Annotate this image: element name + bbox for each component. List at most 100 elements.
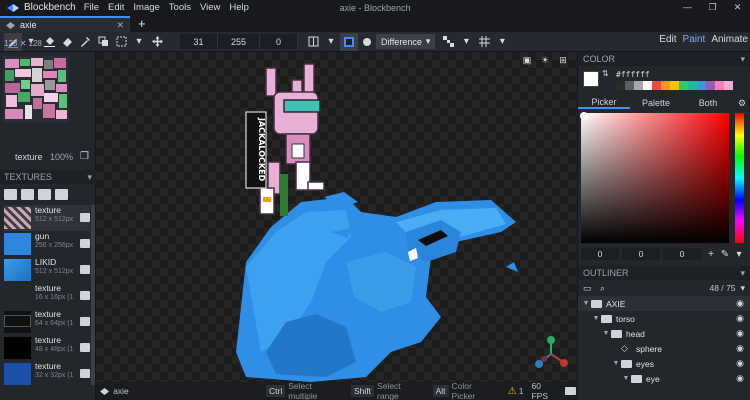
save-all-textures-icon[interactable] — [55, 189, 68, 200]
outliner-row[interactable]: ◇ sphere ◉ — [578, 341, 750, 356]
chevron-down-icon[interactable]: ▾ — [740, 54, 745, 65]
palette-swatch[interactable] — [697, 81, 706, 90]
green-input[interactable]: 0 — [622, 248, 660, 260]
chevron-down-icon[interactable]: ▾ — [87, 172, 92, 183]
chevron-down-icon[interactable]: ▾ — [457, 33, 475, 51]
import-texture-icon[interactable] — [4, 189, 17, 200]
texture-list-item[interactable]: texture 512 x 512px — [4, 205, 90, 231]
close-tab-icon[interactable]: ✕ — [116, 20, 124, 31]
textures-panel-header[interactable]: TEXTURES ▾ — [0, 170, 96, 184]
red-input[interactable]: 0 — [581, 248, 619, 260]
menu-edit[interactable]: Edit — [108, 2, 124, 13]
color-picker-tool-icon[interactable] — [76, 33, 94, 51]
chevron-down-icon[interactable]: ▾ — [740, 268, 745, 279]
uv-texture-preview[interactable] — [3, 56, 69, 122]
expand-toggle-icon[interactable]: ▼ — [591, 315, 601, 322]
copy-icon[interactable]: ❐ — [80, 151, 89, 162]
mode-paint-tab[interactable]: Paint — [683, 34, 706, 45]
outliner-row[interactable]: ▼ head ◉ — [578, 326, 750, 341]
round-brush-shape-icon[interactable] — [358, 33, 376, 51]
add-group-icon[interactable]: ▭ — [583, 283, 595, 294]
blend-mode-select[interactable]: Difference ▾ — [376, 34, 436, 49]
expand-toggle-icon[interactable]: ▼ — [601, 330, 611, 337]
close-window-button[interactable]: ✕ — [725, 0, 750, 15]
chevron-down-icon[interactable]: ▾ — [493, 33, 511, 51]
fill-bucket-tool-icon[interactable] — [40, 33, 58, 51]
eraser-tool-icon[interactable] — [58, 33, 76, 51]
visibility-eye-icon[interactable]: ◉ — [736, 343, 744, 354]
menu-help[interactable]: Help — [229, 2, 249, 13]
brush-softness-input[interactable]: 0 — [260, 34, 298, 49]
swap-colors-icon[interactable]: ⇅ — [602, 69, 609, 78]
color-hex-value[interactable]: #ffffff — [616, 70, 650, 79]
textures-scrollbar[interactable] — [91, 205, 95, 385]
outliner-row[interactable]: ▼ AXIE ◉ — [578, 296, 750, 311]
brush-size-input[interactable]: 31 — [180, 34, 218, 49]
texture-list-item[interactable]: LIKID 512 x 512px — [4, 257, 90, 283]
chevron-down-icon[interactable]: ▾ — [740, 283, 745, 294]
save-texture-icon[interactable] — [80, 317, 90, 326]
pixel-perfect-icon[interactable] — [439, 33, 457, 51]
menu-image[interactable]: Image — [133, 2, 159, 13]
tab-picker[interactable]: Picker — [578, 97, 630, 109]
chevron-down-icon[interactable]: ▾ — [322, 33, 340, 51]
palette-swatch[interactable] — [634, 81, 643, 90]
palette-swatch[interactable] — [724, 81, 733, 90]
expand-toggle-icon[interactable]: ▼ — [621, 375, 631, 382]
texture-list-item[interactable]: texture 48 x 48px (1 — [4, 335, 90, 361]
saturation-value-area[interactable] — [580, 112, 729, 243]
search-icon[interactable]: ⌕ — [600, 283, 612, 294]
palette-swatch[interactable] — [616, 81, 625, 90]
menu-file[interactable]: File — [84, 2, 99, 13]
texture-list-item[interactable]: texture 16 x 16px (1 — [4, 283, 90, 309]
visibility-eye-icon[interactable]: ◉ — [736, 313, 744, 324]
mirror-painting-icon[interactable] — [304, 33, 322, 51]
create-texture-icon[interactable] — [21, 189, 34, 200]
save-texture-icon[interactable] — [80, 213, 90, 222]
tab-palette[interactable]: Palette — [630, 98, 682, 108]
outliner-row[interactable]: ▼ torso ◉ — [578, 311, 750, 326]
palette-swatch[interactable] — [715, 81, 724, 90]
save-texture-icon[interactable] — [80, 291, 90, 300]
tab-axie[interactable]: axie ✕ — [0, 16, 130, 32]
grid-snap-icon[interactable] — [475, 33, 493, 51]
new-tab-button[interactable]: + — [138, 16, 146, 32]
move-layer-tool-icon[interactable] — [148, 33, 166, 51]
palette-swatch[interactable] — [661, 81, 670, 90]
expand-toggle-icon[interactable]: ▼ — [611, 360, 621, 367]
add-color-icon[interactable]: + — [704, 249, 718, 260]
chevron-down-icon[interactable]: ▾ — [732, 249, 746, 260]
visibility-eye-icon[interactable]: ◉ — [736, 298, 744, 309]
main-color-swatch[interactable] — [583, 71, 599, 87]
visibility-eye-icon[interactable]: ◉ — [736, 328, 744, 339]
picker-handle[interactable] — [580, 112, 588, 120]
texture-folder-icon[interactable] — [38, 189, 51, 200]
outliner-panel-header[interactable]: OUTLINER ▾ — [578, 266, 750, 280]
performance-icon[interactable] — [564, 387, 576, 395]
texture-list-item[interactable]: texture 32 x 32px (1 — [4, 361, 90, 387]
palette-swatch[interactable] — [688, 81, 697, 90]
palette-swatch[interactable] — [643, 81, 652, 90]
mode-edit-tab[interactable]: Edit — [659, 34, 676, 45]
minimize-button[interactable]: — — [675, 0, 700, 15]
warning-icon[interactable]: ⚠ — [508, 386, 517, 397]
mode-animate-tab[interactable]: Animate — [711, 34, 748, 45]
save-texture-icon[interactable] — [80, 369, 90, 378]
palette-swatch[interactable] — [679, 81, 688, 90]
square-brush-shape-icon[interactable] — [340, 32, 358, 51]
brush-opacity-input[interactable]: 255 — [218, 34, 260, 49]
menu-view[interactable]: View — [200, 2, 220, 13]
selection-tool-icon[interactable] — [112, 33, 130, 51]
save-texture-icon[interactable] — [80, 343, 90, 352]
chevron-down-icon[interactable]: ▾ — [130, 33, 148, 51]
hue-slider[interactable] — [735, 113, 744, 243]
palette-swatch[interactable] — [625, 81, 634, 90]
maximize-button[interactable]: ❐ — [700, 0, 725, 15]
3d-viewport[interactable]: ▣ ☀ ⊞ JACKALOCKED — [96, 52, 576, 382]
palette-swatch[interactable] — [670, 81, 679, 90]
copy-brush-tool-icon[interactable] — [94, 33, 112, 51]
save-texture-icon[interactable] — [80, 239, 90, 248]
visibility-eye-icon[interactable]: ◉ — [736, 373, 744, 384]
outliner-row[interactable]: ▼ eye ◉ — [578, 371, 750, 386]
tab-both[interactable]: Both — [682, 98, 734, 108]
